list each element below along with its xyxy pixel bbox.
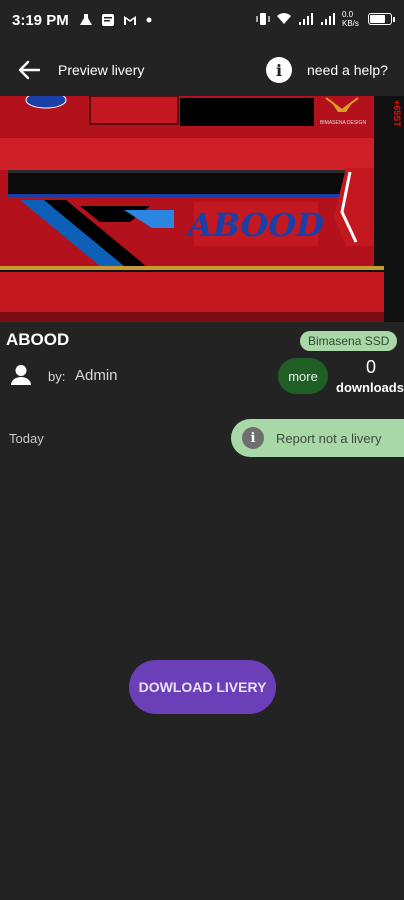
help-link[interactable]: need a help? <box>307 62 388 78</box>
logo-text: BIMASENA DESIGN <box>320 120 367 126</box>
info-icon: i <box>275 60 283 80</box>
gmail-icon <box>123 16 136 25</box>
info-icon: i <box>242 427 264 449</box>
page-title: Preview livery <box>58 62 145 78</box>
wifi-icon <box>277 13 291 24</box>
battery-icon <box>368 13 395 25</box>
status-time: 3:19 PM <box>12 11 69 29</box>
arrow-back-icon <box>18 60 40 80</box>
download-livery-button[interactable]: DOWLOAD LIVERY <box>129 660 276 714</box>
user-icon <box>11 365 31 385</box>
signal-icon <box>321 13 335 25</box>
report-label: Report not a livery <box>276 430 382 446</box>
net-speed: 0.0 KB/s <box>342 10 359 28</box>
livery-title: ABOOD <box>6 330 70 349</box>
bus-type-chip[interactable]: Bimasena SSD <box>300 331 398 351</box>
side-text: +65ST <box>392 100 402 127</box>
status-right: 0.0 KB/s <box>256 10 395 28</box>
dot-icon <box>146 17 152 23</box>
upload-date: Today <box>9 431 44 446</box>
info-button[interactable]: i <box>266 57 292 83</box>
top-app-bar: Preview livery i need a help? <box>0 48 404 92</box>
signal-icon <box>299 13 313 25</box>
report-button[interactable]: i Report not a livery <box>231 419 404 457</box>
back-button[interactable] <box>14 56 44 84</box>
status-left-icons <box>79 13 153 27</box>
author-name: Admin <box>75 367 118 384</box>
livery-artwork: ABOOD BIMASENA DESIGN +65ST <box>0 96 404 322</box>
by-label: by: <box>48 369 66 384</box>
status-bar: 3:19 PM 0.0 KB/s <box>0 0 404 40</box>
vibrate-icon <box>256 13 270 25</box>
livery-name-text: ABOOD <box>185 206 324 244</box>
downloads-count: 0 <box>365 357 376 377</box>
livery-preview-image: ABOOD BIMASENA DESIGN +65ST <box>0 96 404 322</box>
downloads-label: downloads <box>336 380 404 395</box>
note-icon <box>101 14 114 26</box>
flask-icon <box>79 14 92 25</box>
more-button[interactable]: more <box>278 358 328 394</box>
